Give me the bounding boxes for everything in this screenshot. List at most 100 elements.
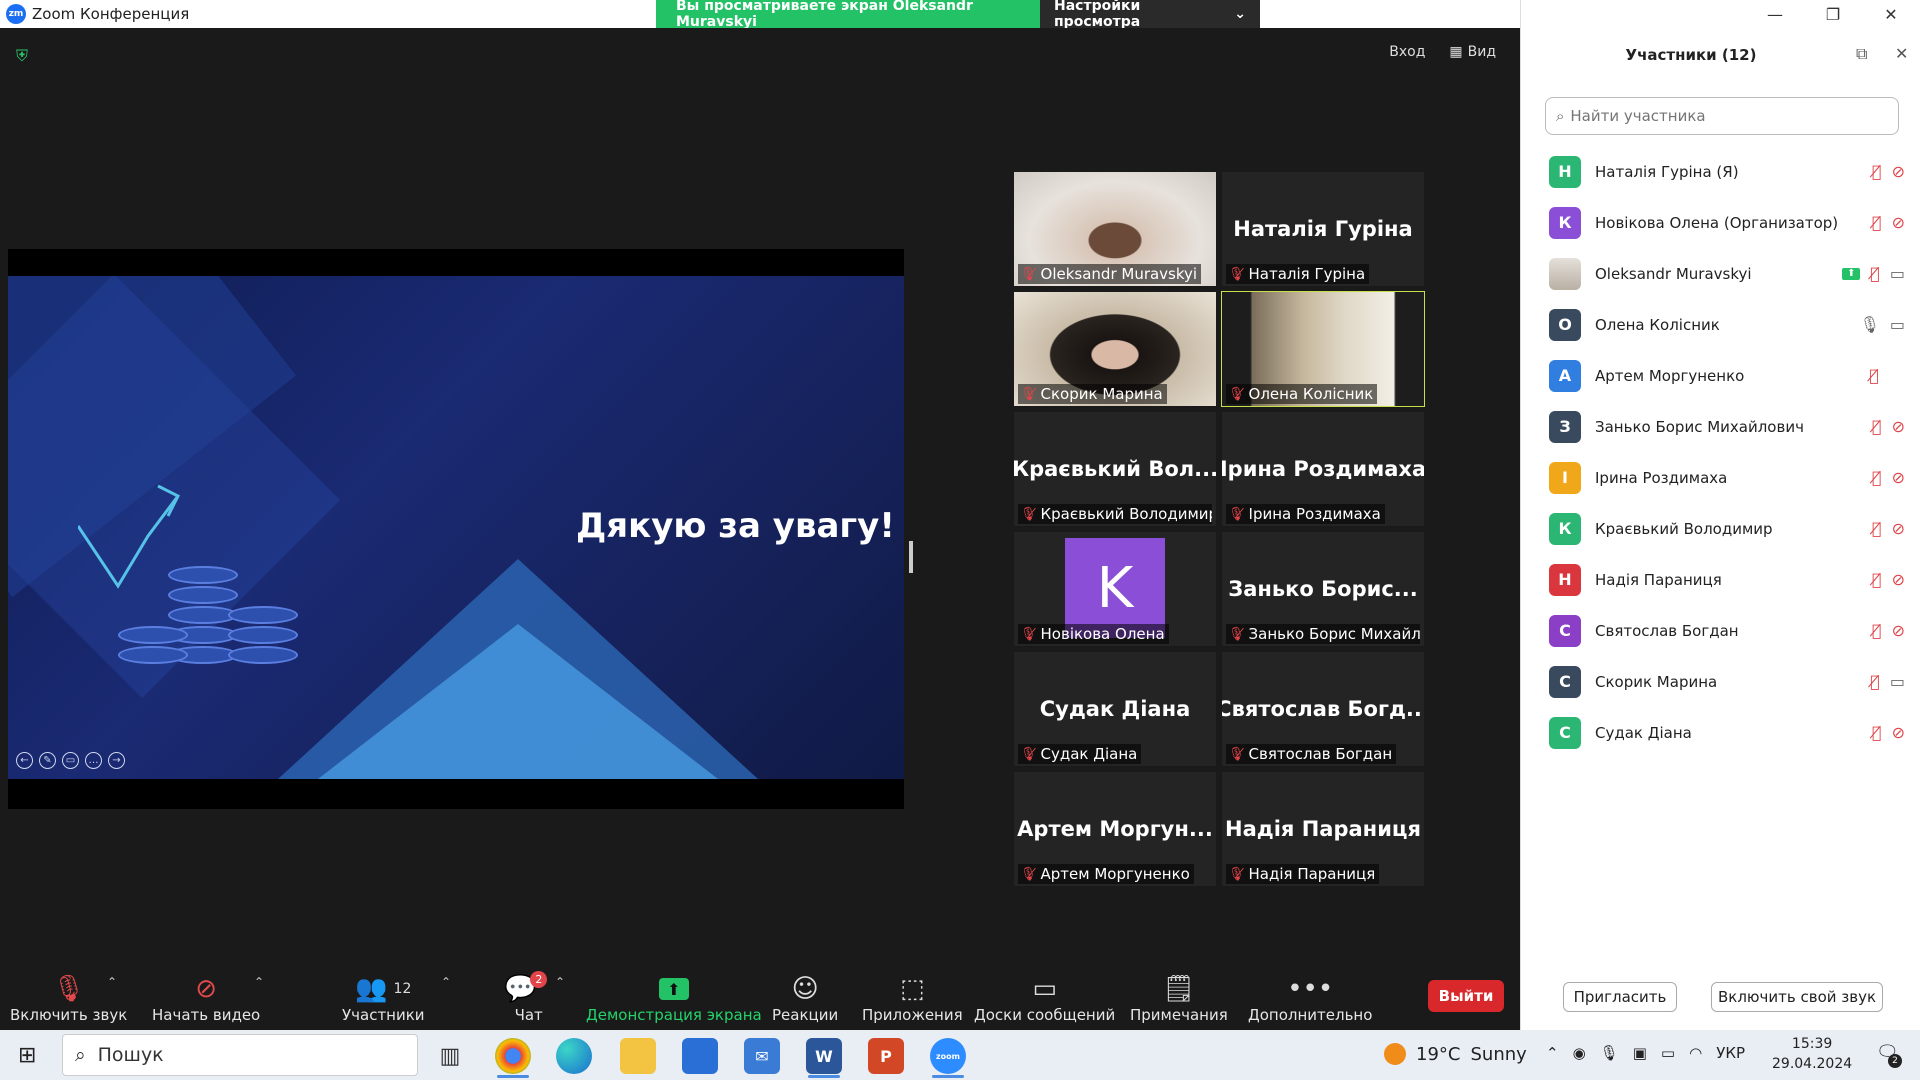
- audio-options-icon[interactable]: ⌃: [107, 975, 117, 989]
- video-off-icon[interactable]: ⊘: [1892, 621, 1905, 640]
- participant-row[interactable]: С Скорик Марина 🎙̸ ▭: [1521, 656, 1920, 707]
- popout-icon[interactable]: ⧉: [1856, 44, 1867, 64]
- camera-icon[interactable]: ◉: [1573, 1044, 1586, 1062]
- store-icon[interactable]: [682, 1038, 718, 1074]
- participant-row[interactable]: С Святослав Богдан 🎙̸ ⊘: [1521, 605, 1920, 656]
- muted-mic-icon[interactable]: 🎙̸: [1872, 519, 1882, 538]
- battery-icon[interactable]: ▭: [1661, 1044, 1675, 1062]
- video-off-icon[interactable]: ⊘: [1892, 570, 1905, 589]
- participant-tile[interactable]: Наталія Гуріна 🎙︎̸ Наталія Гуріна: [1222, 172, 1424, 286]
- taskbar-search[interactable]: ⌕ Пошук: [62, 1034, 418, 1076]
- participant-tile[interactable]: 🎙︎̸ Oleksandr Muravskyi: [1014, 172, 1216, 286]
- more-button[interactable]: ••• Дополнительно: [1248, 972, 1372, 1024]
- participant-tile[interactable]: Надія Параниця 🎙︎̸ Надія Параниця: [1222, 772, 1424, 886]
- previous-icon[interactable]: ←: [16, 752, 33, 769]
- participant-row[interactable]: О Олена Колісник 🎙 ▭: [1521, 299, 1920, 350]
- participant-row[interactable]: Н Наталія Гуріна (Я) 🎙̸ ⊘: [1521, 146, 1920, 197]
- participants-button[interactable]: 👥 12 Участники: [342, 972, 425, 1024]
- participant-row[interactable]: Н Надія Параниця 🎙̸ ⊘: [1521, 554, 1920, 605]
- invite-button[interactable]: Пригласить: [1563, 982, 1677, 1012]
- muted-mic-icon[interactable]: 🎙̸: [1870, 264, 1880, 283]
- participant-tile[interactable]: Занько Борис... 🎙︎̸ Занько Борис Михайл...: [1222, 532, 1424, 646]
- muted-mic-icon[interactable]: 🎙̸: [1872, 723, 1882, 742]
- video-off-icon[interactable]: ⊘: [1892, 417, 1905, 436]
- weather-widget[interactable]: 19°C Sunny: [1384, 1043, 1527, 1065]
- participant-row[interactable]: І Ірина Роздимаха 🎙̸ ⊘: [1521, 452, 1920, 503]
- leave-button[interactable]: Выйти: [1428, 980, 1504, 1012]
- view-button[interactable]: ▦ Вид: [1449, 44, 1496, 60]
- more-icon[interactable]: …: [85, 752, 102, 769]
- shield-icon[interactable]: ⛨: [16, 46, 34, 65]
- video-off-icon[interactable]: ⊘: [1892, 468, 1905, 487]
- enter-button[interactable]: Вход: [1389, 44, 1425, 60]
- file-explorer-icon[interactable]: [620, 1038, 656, 1074]
- share-screen-button[interactable]: ⬆ Демонстрация экрана: [586, 972, 762, 1024]
- apps-button[interactable]: ⬚ Приложения: [862, 972, 963, 1024]
- participant-tile[interactable]: K 🎙︎̸ Новікова Олена: [1014, 532, 1216, 646]
- task-view-icon[interactable]: ▥: [432, 1038, 468, 1074]
- video-off-icon[interactable]: ⊘: [1892, 213, 1905, 232]
- chrome-icon[interactable]: [495, 1038, 531, 1078]
- video-off-icon[interactable]: ⊘: [1892, 723, 1905, 742]
- muted-mic-icon[interactable]: 🎙̸: [1870, 672, 1880, 691]
- video-off-icon[interactable]: ⊘: [1892, 519, 1905, 538]
- minimize-icon[interactable]: —: [1746, 0, 1804, 28]
- whiteboards-button[interactable]: ▭ Доски сообщений: [974, 972, 1115, 1024]
- start-video-button[interactable]: ⊘ Начать видео: [152, 972, 260, 1024]
- video-options-icon[interactable]: ⌃: [254, 975, 264, 989]
- windows-start-icon[interactable]: ⊞: [18, 1043, 36, 1068]
- mail-icon[interactable]: ✉: [744, 1038, 780, 1074]
- view-settings-button[interactable]: Настройки просмотра ⌄: [1040, 0, 1260, 30]
- chat-button[interactable]: 💬 2 Чат: [504, 970, 553, 1024]
- participant-row[interactable]: К Краєвький Володимир 🎙̸ ⊘: [1521, 503, 1920, 554]
- chat-options-icon[interactable]: ⌃: [555, 975, 565, 989]
- participant-tile[interactable]: 🎙︎̸ Олена Колісник: [1221, 291, 1425, 407]
- muted-mic-icon[interactable]: 🎙̸: [1872, 621, 1882, 640]
- restore-icon[interactable]: ❐: [1804, 0, 1862, 28]
- zoom-app-icon[interactable]: zoom: [930, 1038, 966, 1078]
- muted-mic-icon[interactable]: 🎙̸: [1869, 366, 1879, 385]
- notes-button[interactable]: 🗒 Примечания: [1130, 972, 1228, 1024]
- video-icon[interactable]: ▭: [1890, 672, 1905, 691]
- unmute-me-button[interactable]: Включить свой звук: [1711, 982, 1883, 1012]
- captions-icon[interactable]: ▭: [62, 752, 79, 769]
- participant-tile[interactable]: Святослав Богд... 🎙︎̸ Святослав Богдан: [1222, 652, 1424, 766]
- video-icon[interactable]: ▭: [1890, 264, 1905, 283]
- reactions-button[interactable]: ☺ Реакции: [772, 972, 838, 1024]
- language-indicator[interactable]: УКР: [1716, 1044, 1745, 1062]
- close-icon[interactable]: ✕: [1862, 0, 1920, 28]
- participant-tile[interactable]: Краєвький Вол... 🎙︎̸ Краєвький Володимир: [1014, 412, 1216, 526]
- participant-row[interactable]: С Судак Діана 🎙̸ ⊘: [1521, 707, 1920, 758]
- search-input[interactable]: [1570, 107, 1871, 125]
- participant-tile[interactable]: 🎙︎̸ Скорик Марина: [1014, 292, 1216, 406]
- word-icon[interactable]: W: [806, 1038, 842, 1078]
- muted-mic-icon[interactable]: 🎙̸: [1872, 417, 1882, 436]
- edge-icon[interactable]: [556, 1038, 592, 1074]
- participant-tile[interactable]: Судак Діана 🎙︎̸ Судак Діана: [1014, 652, 1216, 766]
- close-panel-icon[interactable]: ✕: [1895, 44, 1908, 63]
- microphone-icon[interactable]: 🎙: [1600, 1044, 1619, 1062]
- powerpoint-icon[interactable]: P: [868, 1038, 904, 1074]
- notifications-icon[interactable]: 🗨 2: [1876, 1042, 1902, 1068]
- mic-icon[interactable]: 🎙: [1860, 315, 1880, 334]
- participant-search[interactable]: ⌕: [1545, 97, 1899, 135]
- participant-row[interactable]: А Артем Моргуненко 🎙̸: [1521, 350, 1920, 401]
- participant-row[interactable]: К Новікова Олена (Организатор) 🎙̸ ⊘: [1521, 197, 1920, 248]
- clock[interactable]: 15:39 29.04.2024: [1772, 1034, 1852, 1074]
- participant-tile[interactable]: Ірина Роздимаха 🎙︎̸ Ірина Роздимаха: [1222, 412, 1424, 526]
- muted-mic-icon[interactable]: 🎙̸: [1872, 162, 1882, 181]
- muted-mic-icon[interactable]: 🎙̸: [1872, 468, 1882, 487]
- participant-tile[interactable]: Артем Моргун... 🎙︎̸ Артем Моргуненко: [1014, 772, 1216, 886]
- muted-mic-icon[interactable]: 🎙̸: [1872, 213, 1882, 232]
- video-icon[interactable]: ▭: [1890, 315, 1905, 334]
- participant-row[interactable]: Oleksandr Muravskyi ⬆ 🎙̸ ▭: [1521, 248, 1920, 299]
- participant-row[interactable]: З Занько Борис Михайлович 🎙̸ ⊘: [1521, 401, 1920, 452]
- chevron-up-icon[interactable]: ⌃: [1546, 1044, 1559, 1062]
- split-handle[interactable]: [909, 541, 913, 573]
- wifi-icon[interactable]: ◠: [1689, 1044, 1702, 1062]
- video-off-icon[interactable]: ⊘: [1892, 162, 1905, 181]
- participants-options-icon[interactable]: ⌃: [441, 975, 451, 989]
- next-icon[interactable]: →: [108, 752, 125, 769]
- display-icon[interactable]: ▣: [1633, 1044, 1647, 1062]
- pen-icon[interactable]: ✎: [39, 752, 56, 769]
